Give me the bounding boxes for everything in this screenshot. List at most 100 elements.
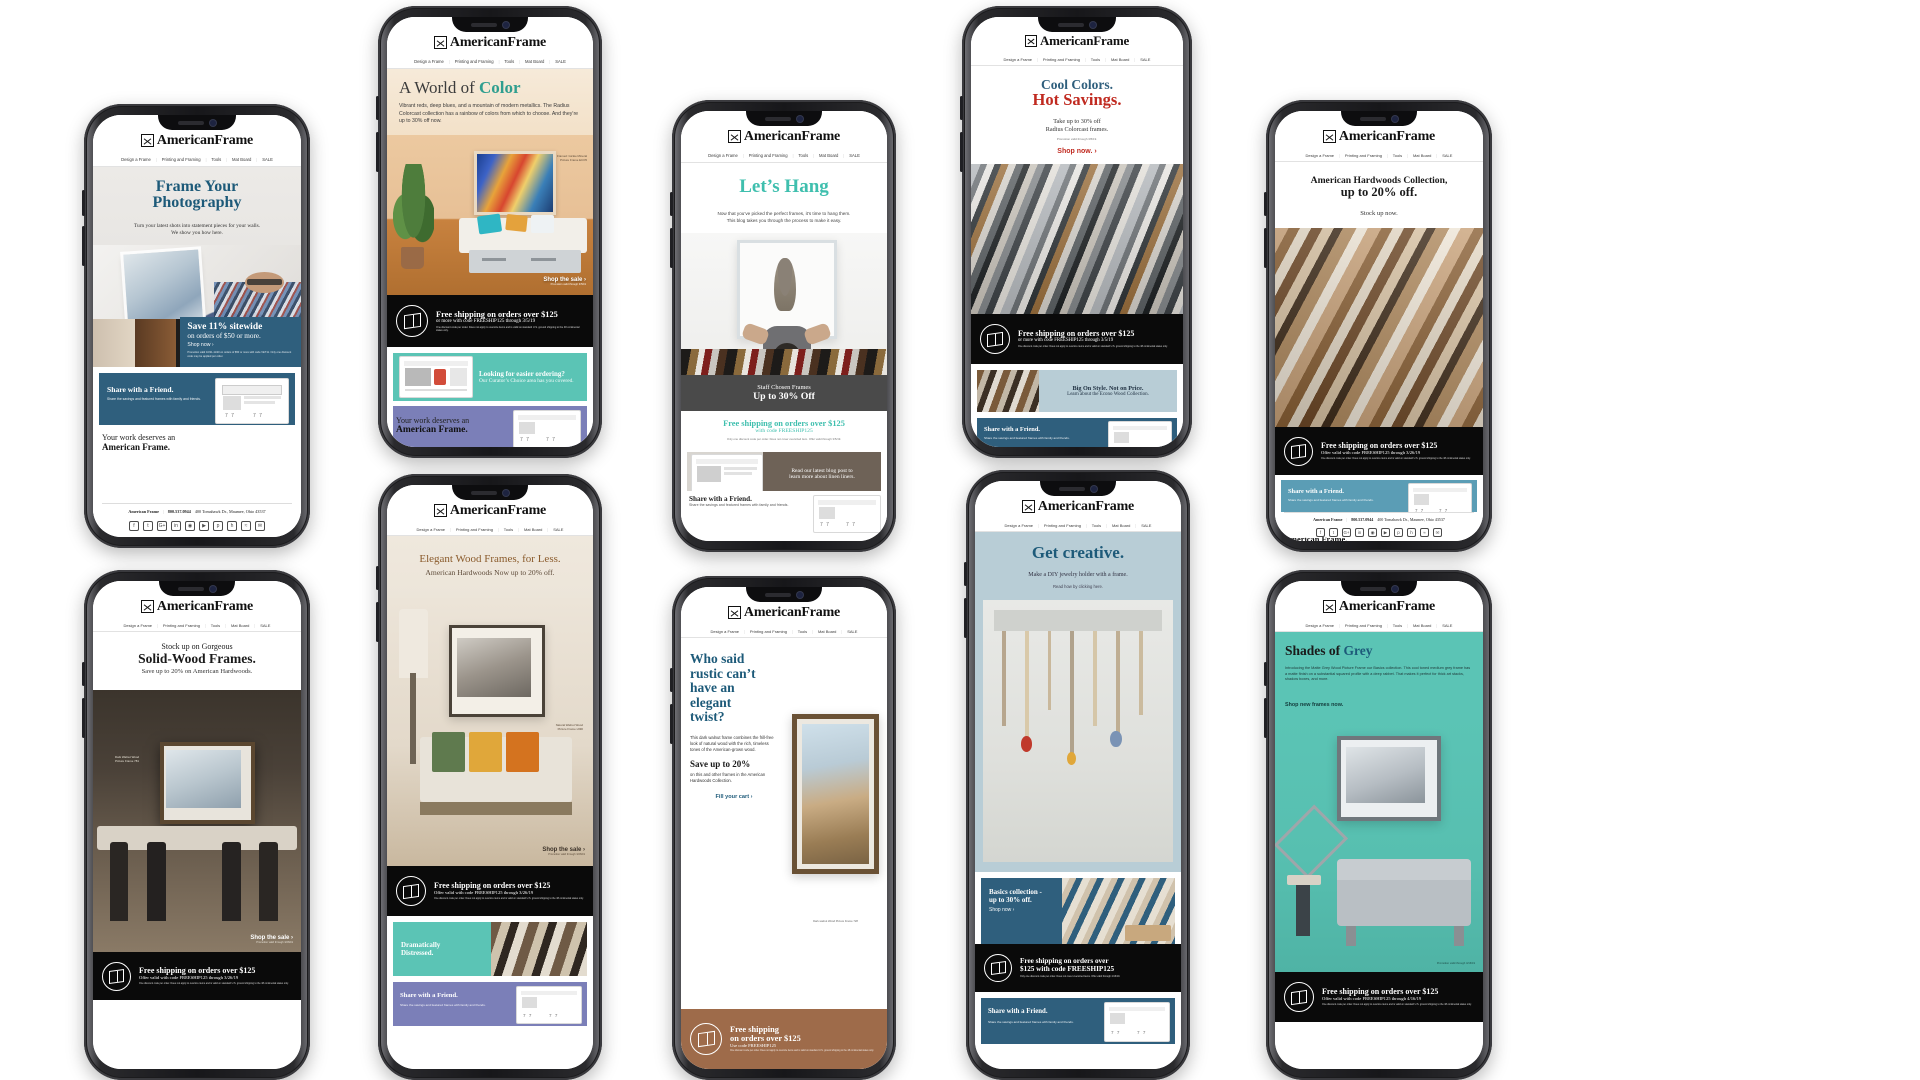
american-frame-logo[interactable]: AmericanFrame (1024, 33, 1129, 49)
nav-item-printing-and-framing[interactable]: Printing and Framing (1345, 623, 1382, 628)
american-frame-logo[interactable]: AmericanFrame (433, 503, 546, 519)
nav-item-mat-board[interactable]: Mat Board (231, 623, 249, 628)
pinterest-icon[interactable]: p (1394, 528, 1403, 537)
nav-item-tools[interactable]: Tools (798, 629, 807, 634)
american-frame-logo[interactable]: AmericanFrame (140, 133, 253, 149)
nav-item-design-a-frame[interactable]: Design a Frame (414, 59, 444, 64)
econo-wood-card[interactable]: Big On Style. Not on Price. Learn about … (977, 370, 1177, 412)
american-frame-logo[interactable]: AmericanFrame (727, 129, 840, 145)
nav-item-design-a-frame[interactable]: Design a Frame (1005, 523, 1033, 528)
curators-choice-card[interactable]: Looking for easier ordering? Our Curator… (393, 353, 587, 401)
nav-item-printing-and-framing[interactable]: Printing and Framing (1044, 523, 1081, 528)
nav-item-sale[interactable]: SALE (555, 59, 566, 64)
basics-shop-now-link[interactable]: Shop now › (989, 907, 1042, 913)
nav-item-sale[interactable]: SALE (1140, 57, 1150, 62)
rss-icon[interactable]: ≈ (241, 521, 251, 531)
nav-item-printing-and-framing[interactable]: Printing and Framing (749, 153, 788, 158)
american-frame-logo[interactable]: AmericanFrame (140, 599, 253, 615)
nav-item-mat-board[interactable]: Mat Board (818, 629, 836, 634)
rss-icon[interactable]: ≈ (1420, 528, 1429, 537)
nav-item-mat-board[interactable]: Mat Board (819, 153, 838, 158)
share-with-friend-section[interactable]: Share with a Friend. Share the savings a… (681, 491, 887, 535)
nav-item-design-a-frame[interactable]: Design a Frame (417, 527, 445, 532)
linkedin-icon[interactable]: in (1355, 528, 1364, 537)
american-frame-logo[interactable]: AmericanFrame (1322, 129, 1435, 145)
shop-the-sale-cta[interactable]: Shop the sale › Promotion valid through … (542, 847, 585, 857)
nav-item-design-a-frame[interactable]: Design a Frame (1306, 153, 1334, 158)
nav-item-sale[interactable]: SALE (553, 527, 563, 532)
nav-item-design-a-frame[interactable]: Design a Frame (1004, 57, 1032, 62)
basics-collection-card[interactable]: Basics collection - up to 30% off. Shop … (981, 878, 1175, 944)
nav-item-printing-and-framing[interactable]: Printing and Framing (1043, 57, 1080, 62)
nav-item-mat-board[interactable]: Mat Board (524, 527, 542, 532)
nav-item-mat-board[interactable]: Mat Board (232, 157, 251, 162)
nav-item-tools[interactable]: Tools (211, 157, 221, 162)
american-frame-logo[interactable]: AmericanFrame (1021, 499, 1134, 515)
google-plus-icon[interactable]: G+ (157, 521, 167, 531)
youtube-icon[interactable]: ▶ (1381, 528, 1390, 537)
american-frame-logo[interactable]: AmericanFrame (727, 605, 840, 621)
nav-item-sale[interactable]: SALE (262, 157, 273, 162)
nav-item-sale[interactable]: SALE (849, 153, 860, 158)
nav-item-sale[interactable]: SALE (1442, 623, 1452, 628)
linkedin-icon[interactable]: in (171, 521, 181, 531)
shop-now-cta[interactable]: Shop now. › (971, 148, 1183, 155)
share-with-friend-section[interactable]: Share with a Friend. Share the savings a… (393, 982, 587, 1026)
nav-item-tools[interactable]: Tools (1092, 523, 1101, 528)
shop-the-sale-cta[interactable]: Shop the sale › Promotion valid through … (250, 935, 293, 945)
footer-phone[interactable]: 800.537.0944 (168, 509, 191, 514)
instagram-icon[interactable]: ◉ (185, 521, 195, 531)
nav-item-sale[interactable]: SALE (847, 629, 857, 634)
twitter-icon[interactable]: t (1329, 528, 1338, 537)
nav-item-mat-board[interactable]: Mat Board (1413, 623, 1431, 628)
blog-cta-card[interactable]: Read our latest blog post to learn more … (687, 451, 881, 496)
american-frame-logo[interactable]: AmericanFrame (1322, 599, 1435, 615)
nav-item-design-a-frame[interactable]: Design a Frame (121, 157, 151, 162)
nav-item-design-a-frame[interactable]: Design a Frame (711, 629, 739, 634)
hero-sub-2[interactable]: Read how by clicking here. (975, 584, 1181, 590)
nav-item-sale[interactable]: SALE (260, 623, 270, 628)
nav-item-mat-board[interactable]: Mat Board (525, 59, 544, 64)
shop-new-frames-cta[interactable]: Shop new frames now. (1285, 702, 1343, 708)
nav-item-printing-and-framing[interactable]: Printing and Framing (162, 157, 201, 162)
nav-item-design-a-frame[interactable]: Design a Frame (708, 153, 738, 158)
nav-item-tools[interactable]: Tools (1091, 57, 1100, 62)
nav-item-printing-and-framing[interactable]: Printing and Framing (750, 629, 787, 634)
nav-item-tools[interactable]: Tools (798, 153, 808, 158)
houzz-icon[interactable]: h (1407, 528, 1416, 537)
cta-label[interactable]: Shop the sale › (542, 847, 585, 853)
nav-item-tools[interactable]: Tools (211, 623, 220, 628)
nav-item-printing-and-framing[interactable]: Printing and Framing (456, 527, 493, 532)
nav-item-tools[interactable]: Tools (1393, 153, 1402, 158)
email-icon[interactable]: ✉ (255, 521, 265, 531)
nav-item-printing-and-framing[interactable]: Printing and Framing (163, 623, 200, 628)
nav-item-printing-and-framing[interactable]: Printing and Framing (1345, 153, 1382, 158)
nav-item-design-a-frame[interactable]: Design a Frame (1306, 623, 1334, 628)
cta-label[interactable]: Shop the sale › (250, 935, 293, 941)
nav-item-printing-and-framing[interactable]: Printing and Framing (455, 59, 494, 64)
staff-chosen-frames-band[interactable]: Staff Chosen Frames Up to 30% Off (681, 375, 887, 411)
nav-item-sale[interactable]: SALE (1141, 523, 1151, 528)
american-frame-logo[interactable]: AmericanFrame (433, 35, 546, 51)
shop-the-sale-cta[interactable]: Shop the sale › Promotion valid through … (543, 277, 586, 287)
houzz-icon[interactable]: h (227, 521, 237, 531)
share-with-friend-section[interactable]: Share with a Friend. Share the savings a… (981, 998, 1175, 1044)
nav-item-sale[interactable]: SALE (1442, 153, 1452, 158)
pinterest-icon[interactable]: p (213, 521, 223, 531)
facebook-icon[interactable]: f (1316, 528, 1325, 537)
nav-item-tools[interactable]: Tools (504, 59, 514, 64)
twitter-icon[interactable]: t (143, 521, 153, 531)
nav-item-tools[interactable]: Tools (504, 527, 513, 532)
nav-item-tools[interactable]: Tools (1393, 623, 1402, 628)
share-with-friend-section[interactable]: Share with a Friend. Share the savings a… (99, 373, 295, 425)
share-with-friend-section[interactable]: Share with a Friend. Share the savings a… (977, 418, 1177, 447)
footer-phone[interactable]: 800.537.0944 (1351, 517, 1373, 522)
google-plus-icon[interactable]: G+ (1342, 528, 1351, 537)
fill-your-cart-cta[interactable]: Fill your cart › (690, 794, 778, 800)
nav-item-mat-board[interactable]: Mat Board (1112, 523, 1130, 528)
promo-card[interactable]: Save 11% sitewide on orders of $50 or mo… (180, 317, 301, 367)
nav-item-design-a-frame[interactable]: Design a Frame (124, 623, 152, 628)
dramatically-distressed-card[interactable]: Dramatically Distressed. (393, 922, 587, 976)
nav-item-mat-board[interactable]: Mat Board (1413, 153, 1431, 158)
blog-cta-text[interactable]: Read our latest blog post to learn more … (763, 451, 881, 496)
